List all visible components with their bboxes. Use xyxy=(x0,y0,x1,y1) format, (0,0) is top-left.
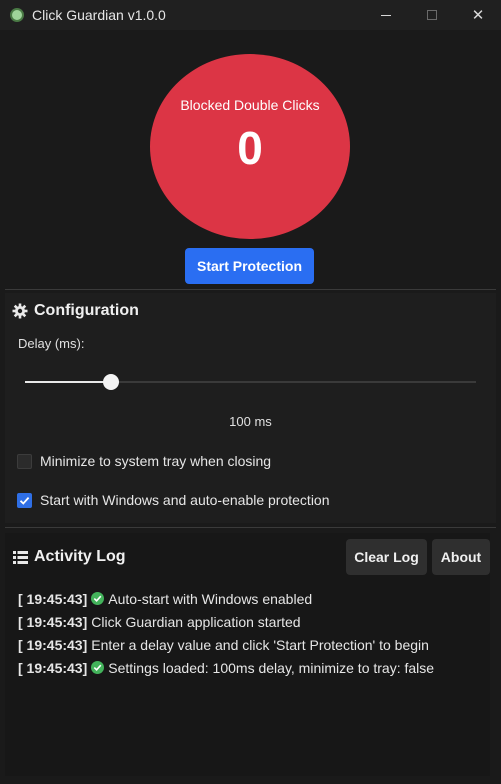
app-icon xyxy=(10,8,24,22)
start-protection-button[interactable]: Start Protection xyxy=(185,248,314,284)
delay-value: 100 ms xyxy=(229,414,272,429)
minimize-to-tray-checkbox[interactable] xyxy=(17,453,32,469)
log-timestamp: [ 19:45:43] xyxy=(18,613,88,630)
checkmark-icon xyxy=(19,496,30,505)
window-title: Click Guardian v1.0.0 xyxy=(32,7,166,23)
log-entry: [ 19:45:43] Enter a delay value and clic… xyxy=(18,633,434,656)
divider xyxy=(5,289,496,290)
log-timestamp: [ 19:45:43] xyxy=(18,590,88,607)
activity-log-title: Activity Log xyxy=(34,548,126,565)
start-with-windows-label: Start with Windows and auto-enable prote… xyxy=(40,492,330,508)
log-message: Enter a delay value and click 'Start Pro… xyxy=(91,636,429,653)
blocked-counter: Blocked Double Clicks 0 xyxy=(150,54,350,239)
log-entry: [ 19:45:43] Click Guardian application s… xyxy=(18,610,434,633)
activity-log-panel: Activity Log Clear Log About [ 19:45:43]… xyxy=(5,533,490,776)
log-message: Click Guardian application started xyxy=(91,613,301,630)
log-entry: [ 19:45:43] Settings loaded: 100ms delay… xyxy=(18,656,434,679)
counter-label: Blocked Double Clicks xyxy=(180,97,320,113)
configuration-heading: Configuration xyxy=(12,302,139,320)
delay-slider[interactable] xyxy=(25,373,476,391)
minimize-to-tray-option[interactable]: Minimize to system tray when closing xyxy=(17,453,271,469)
log-timestamp: [ 19:45:43] xyxy=(18,636,88,653)
check-circle-icon xyxy=(91,592,105,605)
log-entries: [ 19:45:43] Auto-start with Windows enab… xyxy=(18,587,434,679)
start-with-windows-option[interactable]: Start with Windows and auto-enable prote… xyxy=(17,492,330,508)
about-button[interactable]: About xyxy=(432,539,490,575)
gear-icon xyxy=(12,303,28,319)
configuration-panel: Configuration Delay (ms): 100 ms Minimiz… xyxy=(5,293,496,523)
check-circle-icon xyxy=(91,661,105,674)
activity-log-heading: Activity Log xyxy=(13,548,126,566)
minimize-icon xyxy=(381,14,391,16)
log-timestamp: [ 19:45:43] xyxy=(18,659,88,676)
log-message: Auto-start with Windows enabled xyxy=(108,590,313,607)
log-entry: [ 19:45:43] Auto-start with Windows enab… xyxy=(18,587,434,610)
maximize-button[interactable] xyxy=(409,0,455,30)
configuration-title: Configuration xyxy=(34,302,139,319)
title-bar: Click Guardian v1.0.0 ✕ xyxy=(0,0,501,30)
log-message: Settings loaded: 100ms delay, minimize t… xyxy=(108,659,435,676)
close-button[interactable]: ✕ xyxy=(455,0,501,30)
divider xyxy=(5,527,496,528)
slider-thumb[interactable] xyxy=(102,374,119,390)
minimize-button[interactable] xyxy=(363,0,409,30)
clear-log-button[interactable]: Clear Log xyxy=(346,539,427,575)
delay-label: Delay (ms): xyxy=(18,336,85,351)
start-with-windows-checkbox[interactable] xyxy=(17,492,32,508)
close-icon: ✕ xyxy=(471,6,485,24)
slider-fill xyxy=(25,381,111,383)
list-icon xyxy=(13,550,28,564)
minimize-to-tray-label: Minimize to system tray when closing xyxy=(40,453,272,469)
counter-value: 0 xyxy=(237,122,263,174)
maximize-icon xyxy=(427,10,437,20)
